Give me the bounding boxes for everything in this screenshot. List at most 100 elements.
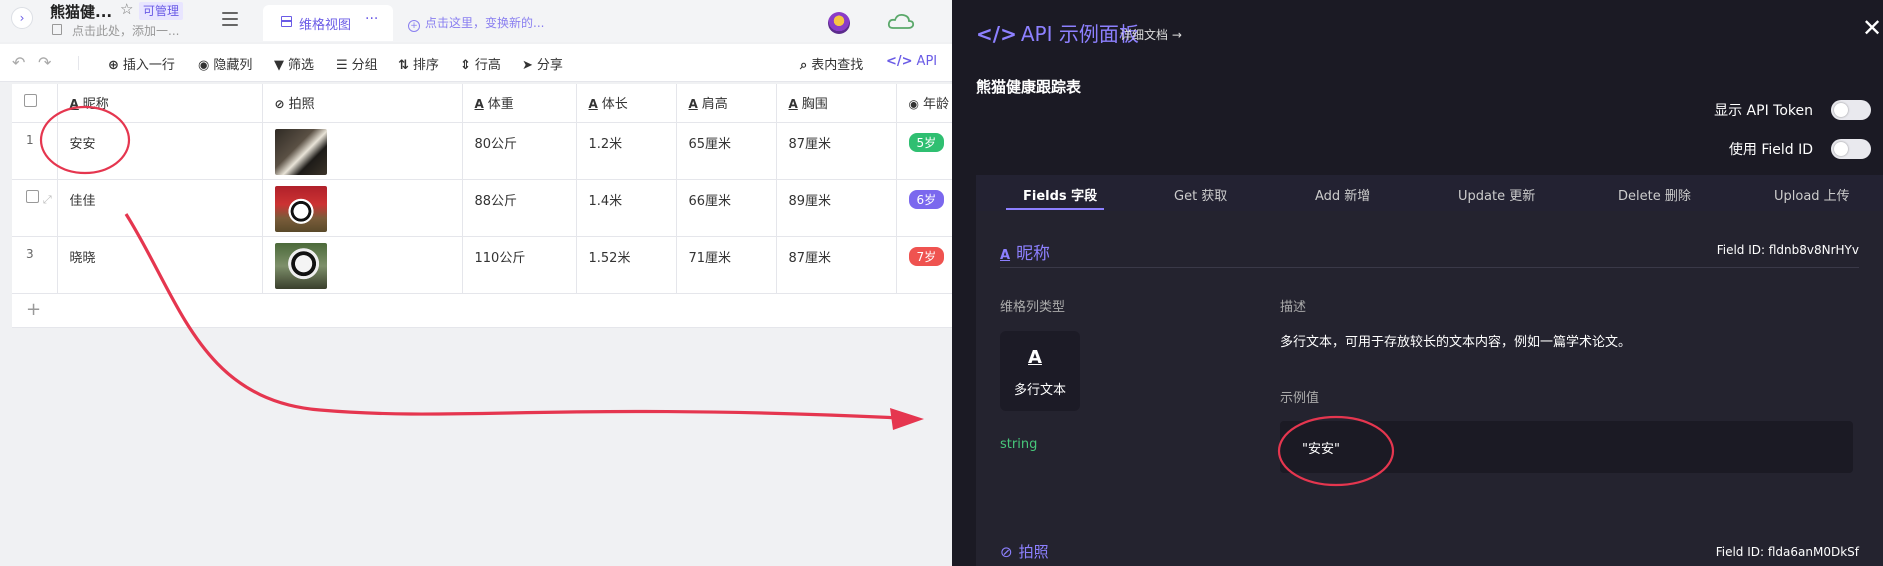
weight-cell[interactable]: 80公斤 [462, 122, 577, 180]
api-label: API [916, 54, 938, 69]
redo-icon[interactable]: ↷ [38, 53, 51, 72]
field-description: 多行文本，可用于存放较长的文本内容，例如一篇学术论文。 [1280, 335, 1632, 350]
show-token-label: 显示 API Token [1714, 103, 1813, 119]
column-label: 拍照 [288, 97, 315, 113]
photo-cell[interactable] [262, 236, 463, 294]
field-id: Field ID: fldnb8v8NrHYv [1716, 243, 1859, 257]
row-index[interactable]: 1 [12, 122, 58, 180]
row-height-button[interactable]: ⇕ 行高 [460, 54, 501, 73]
chest-cell[interactable]: 87厘米 [776, 236, 897, 294]
description-placeholder[interactable]: 点击此处，添加一... [72, 22, 179, 39]
share-label: 分享 [536, 58, 563, 73]
length-cell[interactable]: 1.4米 [576, 179, 677, 237]
nickname-cell[interactable]: 晓晓 [57, 236, 263, 294]
select-all-checkbox[interactable] [24, 94, 37, 108]
column-label: 体重 [487, 97, 514, 113]
field-list: A 昵称 Field ID: fldnb8v8NrHYv 维格列类型 描述 A 多… [976, 211, 1883, 566]
tab-grid-view[interactable]: 维格视图 ··· [263, 5, 393, 41]
eye-icon: ◉ [198, 58, 210, 73]
column-label: 肩高 [701, 97, 728, 113]
column-label: 昵称 [82, 97, 109, 113]
chest-cell[interactable]: 89厘米 [776, 179, 897, 237]
description-icon [52, 24, 62, 35]
tab-fields[interactable]: Fields 字段 [1023, 185, 1097, 204]
share-button[interactable]: ➤ 分享 [522, 54, 563, 73]
permission-badge: 可管理 [139, 2, 184, 20]
chest-cell[interactable]: 87厘米 [776, 122, 897, 180]
row-checkbox[interactable] [26, 189, 39, 203]
column-header-shoulder[interactable]: A 肩高 [676, 84, 777, 123]
use-field-id-toggle[interactable] [1831, 139, 1871, 159]
code-icon: </> [976, 22, 1017, 46]
menu-icon[interactable] [222, 12, 238, 26]
expand-record-icon[interactable]: ⤢ [43, 193, 52, 206]
tab-add[interactable]: Add 新增 [1315, 185, 1370, 204]
group-icon: ☰ [336, 58, 348, 73]
row-index[interactable]: ⤢ [12, 179, 58, 237]
table-row[interactable]: 3 晓晓 110公斤 1.52米 71厘米 87厘米 7岁 [12, 236, 1003, 294]
photo-cell[interactable] [262, 122, 463, 180]
length-cell[interactable]: 1.52米 [576, 236, 677, 294]
table-row[interactable]: 1 安安 80公斤 1.2米 65厘米 87厘米 5岁 [12, 122, 1003, 180]
shoulder-cell[interactable]: 66厘米 [676, 179, 777, 237]
select-all-cell[interactable] [12, 84, 58, 123]
column-header-chest[interactable]: A 胸围 [776, 84, 897, 123]
field-name-header: ⊘ 拍照 [1000, 541, 1049, 562]
weight-cell[interactable]: 88公斤 [462, 179, 577, 237]
panda-photo[interactable] [274, 128, 327, 175]
show-token-row: 显示 API Token [1714, 100, 1871, 120]
tab-get[interactable]: Get 获取 [1174, 185, 1227, 204]
data-type-label: string [1000, 437, 1038, 452]
docs-link[interactable]: 详细文档 → [1120, 26, 1182, 43]
undo-icon[interactable]: ↶ [12, 53, 25, 72]
nickname-cell[interactable]: 佳佳 [57, 179, 263, 237]
column-header-nickname[interactable]: A 昵称 [57, 84, 263, 123]
cloud-sync-icon[interactable] [886, 12, 916, 32]
add-view-button[interactable]: + 点击这里，变换新的... [408, 14, 544, 32]
filter-button[interactable]: ▼ 筛选 [274, 54, 314, 73]
panda-photo[interactable] [274, 242, 327, 289]
vika-app: › 熊猫健... ☆ 可管理 点击此处，添加一... 维格视图 ··· + 点击这… [0, 0, 1003, 566]
panda-photo[interactable] [274, 185, 327, 232]
column-header-photo[interactable]: ⊘ 拍照 [262, 84, 463, 123]
insert-row-button[interactable]: ⊕ 插入一行 [108, 54, 175, 73]
avatar[interactable] [828, 12, 850, 34]
find-in-table-button[interactable]: ⌕ 表内查找 [800, 54, 863, 73]
add-row-button[interactable]: + [12, 293, 952, 328]
datasheet-title: 熊猫健康跟踪表 [976, 78, 1082, 96]
weight-cell[interactable]: 110公斤 [462, 236, 577, 294]
example-value-box[interactable]: "安安" [1280, 421, 1853, 473]
sort-button[interactable]: ⇅ 排序 [398, 54, 439, 73]
text-field-icon: A [788, 97, 798, 112]
column-header-weight[interactable]: A 体重 [462, 84, 577, 123]
single-select-icon: ◉ [908, 97, 919, 112]
tab-upload[interactable]: Upload 上传 [1774, 185, 1850, 204]
description-label: 描述 [1280, 300, 1307, 315]
insert-row-label: 插入一行 [122, 58, 175, 73]
group-button[interactable]: ☰ 分组 [336, 54, 378, 73]
tab-delete[interactable]: Delete 删除 [1618, 185, 1691, 204]
nickname-cell[interactable]: 安安 [57, 122, 263, 180]
photo-cell[interactable] [262, 179, 463, 237]
length-cell[interactable]: 1.2米 [576, 122, 677, 180]
age-tag: 6岁 [908, 189, 945, 209]
api-button[interactable]: </> API [886, 54, 937, 69]
row-height-label: 行高 [474, 58, 501, 73]
table-row[interactable]: ⤢ 佳佳 88公斤 1.4米 66厘米 89厘米 6岁 [12, 179, 1003, 237]
table-name[interactable]: 熊猫健... [50, 1, 112, 22]
active-tab-indicator [1006, 208, 1104, 210]
expand-sidebar-button[interactable]: › [11, 7, 33, 29]
shoulder-cell[interactable]: 65厘米 [676, 122, 777, 180]
hide-columns-button[interactable]: ◉ 隐藏列 [198, 54, 252, 73]
api-panel-title: </> API 示例面板 [976, 18, 1139, 47]
shoulder-cell[interactable]: 71厘米 [676, 236, 777, 294]
row-index[interactable]: 3 [12, 236, 58, 294]
field-name-header: A 昵称 [1000, 239, 1050, 264]
close-icon[interactable]: ✕ [1862, 14, 1882, 42]
show-token-toggle[interactable] [1831, 100, 1871, 120]
column-header-length[interactable]: A 体长 [576, 84, 677, 123]
view-more-icon[interactable]: ··· [365, 11, 378, 27]
star-icon[interactable]: ☆ [120, 0, 133, 18]
row-height-icon: ⇕ [460, 58, 471, 73]
tab-update[interactable]: Update 更新 [1458, 185, 1535, 204]
